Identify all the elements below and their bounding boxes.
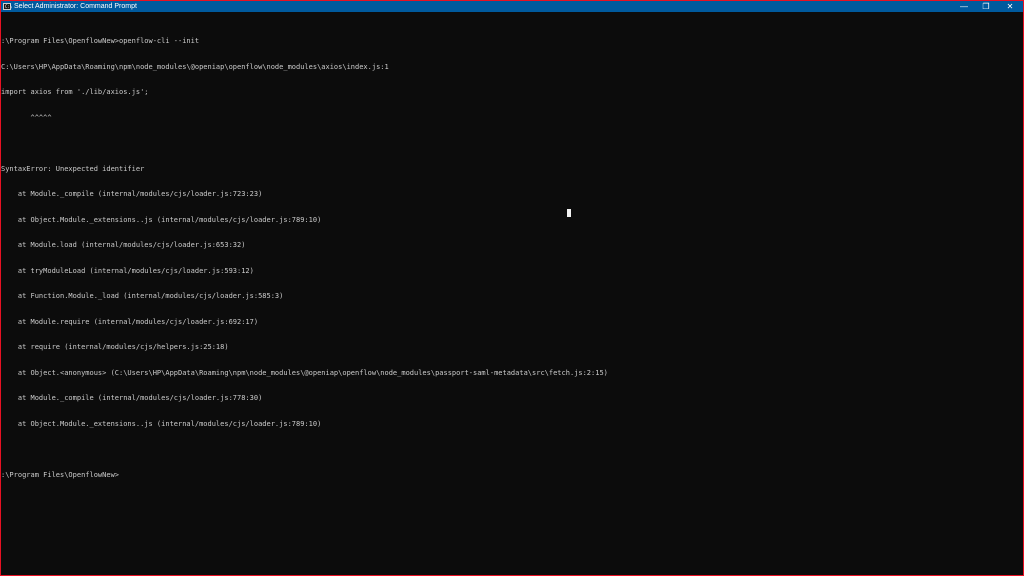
console-line: at Object.<anonymous> (C:\Users\HP\AppDa… xyxy=(1,368,608,377)
command-prompt-window: C:\ Select Administrator: Command Prompt… xyxy=(0,0,1024,576)
restore-button[interactable]: ❐ xyxy=(973,1,999,12)
close-button[interactable]: ✕ xyxy=(997,1,1023,12)
console-line: at tryModuleLoad (internal/modules/cjs/l… xyxy=(1,266,254,275)
console-line: at Object.Module._extensions..js (intern… xyxy=(1,215,322,224)
text-cursor xyxy=(567,209,571,217)
console-line: C:\Users\HP\AppData\Roaming\npm\node_mod… xyxy=(1,62,389,71)
console-line: at Module.require (internal/modules/cjs/… xyxy=(1,317,259,326)
console-line: import axios from './lib/axios.js'; xyxy=(1,88,149,96)
console-line: :\Program Files\OpenflowNew>openflow-cli… xyxy=(1,37,200,45)
console-line: at require (internal/modules/cjs/helpers… xyxy=(1,343,229,351)
window-title: Select Administrator: Command Prompt xyxy=(14,3,137,10)
console-line: at Object.Module._extensions..js (intern… xyxy=(1,419,322,428)
command-prompt-icon[interactable]: C:\ xyxy=(3,3,12,10)
console-output[interactable]: :\Program Files\OpenflowNew>openflow-cli… xyxy=(1,20,1011,496)
console-line: at Function.Module._load (internal/modul… xyxy=(1,292,284,300)
console-line: SyntaxError: Unexpected identifier xyxy=(1,164,145,173)
console-line: at Module._compile (internal/modules/cjs… xyxy=(1,190,263,198)
console-line: ^^^^^ xyxy=(1,113,52,122)
console-line: at Module.load (internal/modules/cjs/loa… xyxy=(1,241,246,249)
console-line: :\Program Files\OpenflowNew> xyxy=(1,470,120,479)
vertical-scrollbar[interactable] xyxy=(1016,14,1022,574)
title-bar[interactable]: C:\ Select Administrator: Command Prompt… xyxy=(1,1,1023,12)
console-line: at Module._compile (internal/modules/cjs… xyxy=(1,394,263,402)
